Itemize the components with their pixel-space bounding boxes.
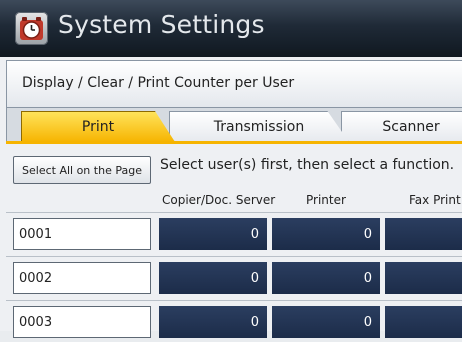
title-bar: System Settings [0,0,462,57]
user-select-field[interactable]: 0003 [13,306,151,338]
counter-printer: 0 [272,262,380,294]
counter-copier: 0 [159,218,267,250]
settings-clock-icon [15,12,48,45]
select-all-on-page-button[interactable]: Select All on the Page [13,156,151,184]
table-row: 0002 0 0 [0,258,462,298]
row-divider [6,300,462,301]
window-title: System Settings [58,10,265,39]
counter-fax-print [385,306,462,338]
counter-fax-print [385,218,462,250]
column-header-printer: Printer [306,193,346,207]
counter-printer: 0 [272,306,380,338]
user-select-field[interactable]: 0002 [13,262,151,294]
column-header-copier: Copier/Doc. Server [162,193,276,207]
tab-print[interactable]: Print [21,111,175,142]
table-row: 0003 0 0 [0,302,462,342]
user-select-field[interactable]: 0001 [13,218,151,250]
tab-transmission[interactable]: Transmission [169,111,349,142]
column-header-fax-print: Fax Print [409,193,461,207]
counter-fax-print [385,262,462,294]
main-content: Display / Clear / Print Counter per User… [0,57,462,338]
breadcrumb: Display / Clear / Print Counter per User [22,75,295,91]
counter-copier: 0 [159,262,267,294]
row-divider [6,212,462,213]
row-divider [6,256,462,257]
tab-underline [6,141,462,144]
tab-strip: Scanner Transmission Print [6,108,462,142]
table-row: 0001 0 0 [0,214,462,254]
instruction-text: Select user(s) first, then select a func… [160,157,455,173]
counter-copier: 0 [159,306,267,338]
breadcrumb-bar: Display / Clear / Print Counter per User [6,60,462,108]
counter-printer: 0 [272,218,380,250]
tab-scanner[interactable]: Scanner [341,111,462,142]
